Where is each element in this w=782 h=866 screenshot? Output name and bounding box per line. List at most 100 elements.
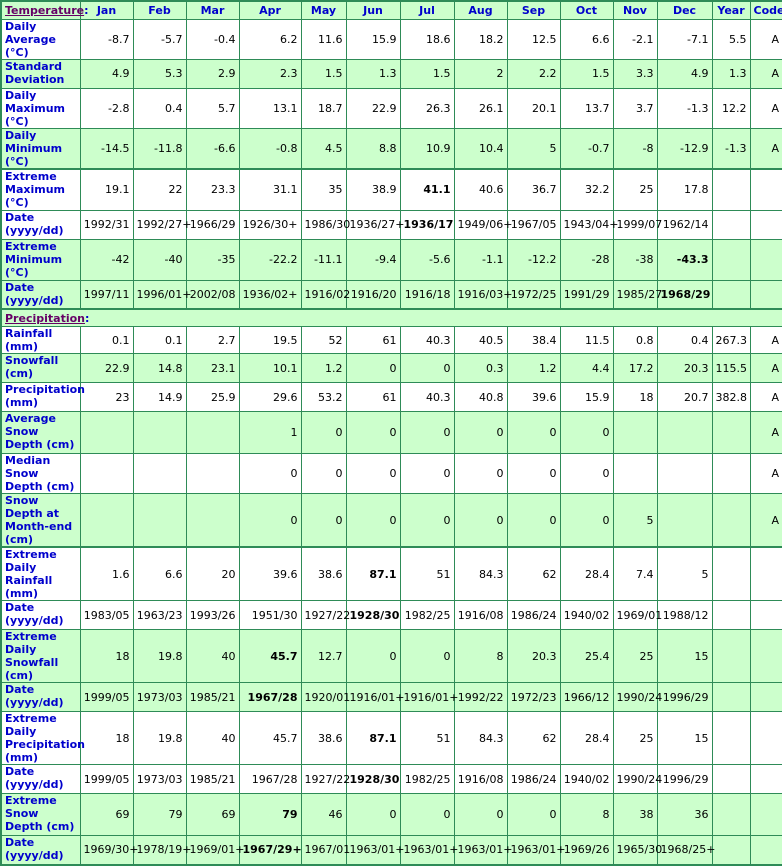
cell-jul: 1982/25 (399, 764, 455, 794)
table-row: Date (yyyy/dd) 1999/05 1973/03 1985/21 1967/… (0, 764, 782, 794)
cell-jun: 87.1 (345, 711, 401, 765)
cell-feb: 1973/03 (132, 764, 187, 794)
column-header-jul: Jul (399, 0, 455, 20)
cell-code (749, 682, 782, 712)
cell-mar: -35 (185, 238, 240, 281)
cell-oct: 1991/29 (559, 279, 614, 310)
cell-mar: 5.7 (185, 87, 240, 129)
cell-jan: -14.5 (79, 127, 134, 170)
column-header-year: Year (711, 0, 751, 20)
cell-jul: 1982/25 (399, 600, 455, 630)
cell-sep: 0 (506, 493, 561, 548)
cell-nov: 3.7 (612, 87, 658, 129)
cell-jan: 1983/05 (79, 600, 134, 630)
climate-normals-table: Temperature:JanFebMarAprMayJunJulAugSepO… (0, 0, 782, 866)
table-row: Extreme Daily Precipitation (mm) 18 19.8 40… (0, 711, 782, 765)
cell-dec: 0.4 (656, 326, 713, 354)
cell-jul: 0 (399, 493, 455, 548)
cell-jan: 69 (79, 793, 134, 836)
cell-year (711, 209, 751, 240)
cell-year (711, 411, 751, 454)
cell-mar: 1969/01+ (185, 835, 244, 865)
cell-sep: 20.3 (506, 629, 561, 683)
cell-jan: 18 (79, 629, 134, 683)
cell-feb: 79 (132, 793, 187, 836)
cell-aug: 1949/06+ (453, 209, 512, 240)
row-label: Daily Maximum (°C) (0, 87, 81, 129)
cell-feb: 1992/27+ (132, 209, 191, 240)
section-link-temperature[interactable]: Temperature (5, 4, 84, 17)
cell-year (711, 453, 751, 494)
cell-mar: 40 (185, 711, 240, 765)
cell-aug: 84.3 (453, 546, 508, 601)
column-header-oct: Oct (559, 0, 614, 20)
cell-apr: 79 (238, 793, 302, 836)
table-row: Daily Maximum (°C) -2.8 0.4 5.7 13.1 18.7 22.9… (0, 87, 782, 129)
cell-dec (656, 453, 713, 494)
cell-jun: 1963/01+ (345, 835, 404, 865)
cell-oct: 32.2 (559, 168, 614, 211)
cell-may: -11.1 (300, 238, 347, 281)
cell-nov: 1985/27 (612, 279, 662, 310)
cell-sep: 1972/23 (506, 682, 561, 712)
row-label: Extreme Maximum (°C) (0, 168, 81, 211)
cell-nov: 1969/01 (612, 600, 662, 630)
cell-jan: -2.8 (79, 87, 134, 129)
cell-may: 1916/02 (300, 279, 350, 310)
cell-jan: 1999/05 (79, 682, 134, 712)
cell-year (711, 493, 751, 548)
table-row: Date (yyyy/dd) 1992/31 1992/27+ 1966/29 1926… (0, 209, 782, 240)
cell-mar (185, 493, 240, 548)
section-link-precipitation[interactable]: Precipitation (5, 312, 85, 325)
cell-jan: 1992/31 (79, 209, 134, 240)
cell-sep: 36.7 (506, 168, 561, 211)
cell-may: 1927/22 (300, 600, 350, 630)
cell-jun: 1928/30 (345, 600, 401, 630)
cell-year (711, 835, 751, 865)
cell-dec: 15 (656, 711, 713, 765)
cell-mar: 2.7 (185, 326, 240, 354)
cell-may: 11.6 (300, 18, 347, 60)
cell-jul: 18.6 (399, 18, 455, 60)
cell-jan: 23 (79, 382, 134, 412)
row-label: Snow Depth at Month-end (cm) (0, 493, 81, 548)
cell-sep: 1972/25 (506, 279, 561, 310)
cell-feb: 19.8 (132, 629, 187, 683)
cell-jul: 26.3 (399, 87, 455, 129)
table-row: Extreme Maximum (°C) 19.1 22 23.3 31.1 35 38.9… (0, 168, 782, 211)
cell-may: 12.7 (300, 629, 347, 683)
cell-mar: -6.6 (185, 127, 240, 170)
cell-aug: 18.2 (453, 18, 508, 60)
column-header-nov: Nov (612, 0, 658, 20)
cell-mar: 23.3 (185, 168, 240, 211)
cell-may: 1986/30 (300, 209, 350, 240)
cell-code: A (749, 18, 782, 60)
cell-year (711, 793, 751, 836)
cell-oct: 28.4 (559, 711, 614, 765)
row-label: Standard Deviation (0, 58, 81, 89)
cell-aug: 2 (453, 58, 508, 89)
cell-code: A (749, 382, 782, 412)
column-header-code: Code (749, 0, 782, 20)
cell-code: A (749, 453, 782, 494)
cell-mar (185, 453, 240, 494)
cell-oct: 1943/04+ (559, 209, 618, 240)
cell-nov: -2.1 (612, 18, 658, 60)
row-label: Extreme Snow Depth (cm) (0, 793, 81, 836)
cell-may: 0 (300, 493, 347, 548)
row-label: Date (yyyy/dd) (0, 209, 81, 240)
cell-nov: 1965/30 (612, 835, 662, 865)
table-row: Extreme Minimum (°C) -42 -40 -35 -22.2 -11.1-… (0, 238, 782, 281)
cell-jan: 4.9 (79, 58, 134, 89)
cell-nov: -8 (612, 127, 658, 170)
cell-jul: 51 (399, 711, 455, 765)
row-label: Median Snow Depth (cm) (0, 453, 81, 494)
cell-code: A (749, 493, 782, 548)
cell-jan: 1.6 (79, 546, 134, 601)
cell-mar: 23.1 (185, 353, 240, 383)
column-header-feb: Feb (132, 0, 187, 20)
cell-jun: 87.1 (345, 546, 401, 601)
cell-code: A (749, 411, 782, 454)
cell-apr: 0 (238, 453, 302, 494)
cell-mar: -0.4 (185, 18, 240, 60)
